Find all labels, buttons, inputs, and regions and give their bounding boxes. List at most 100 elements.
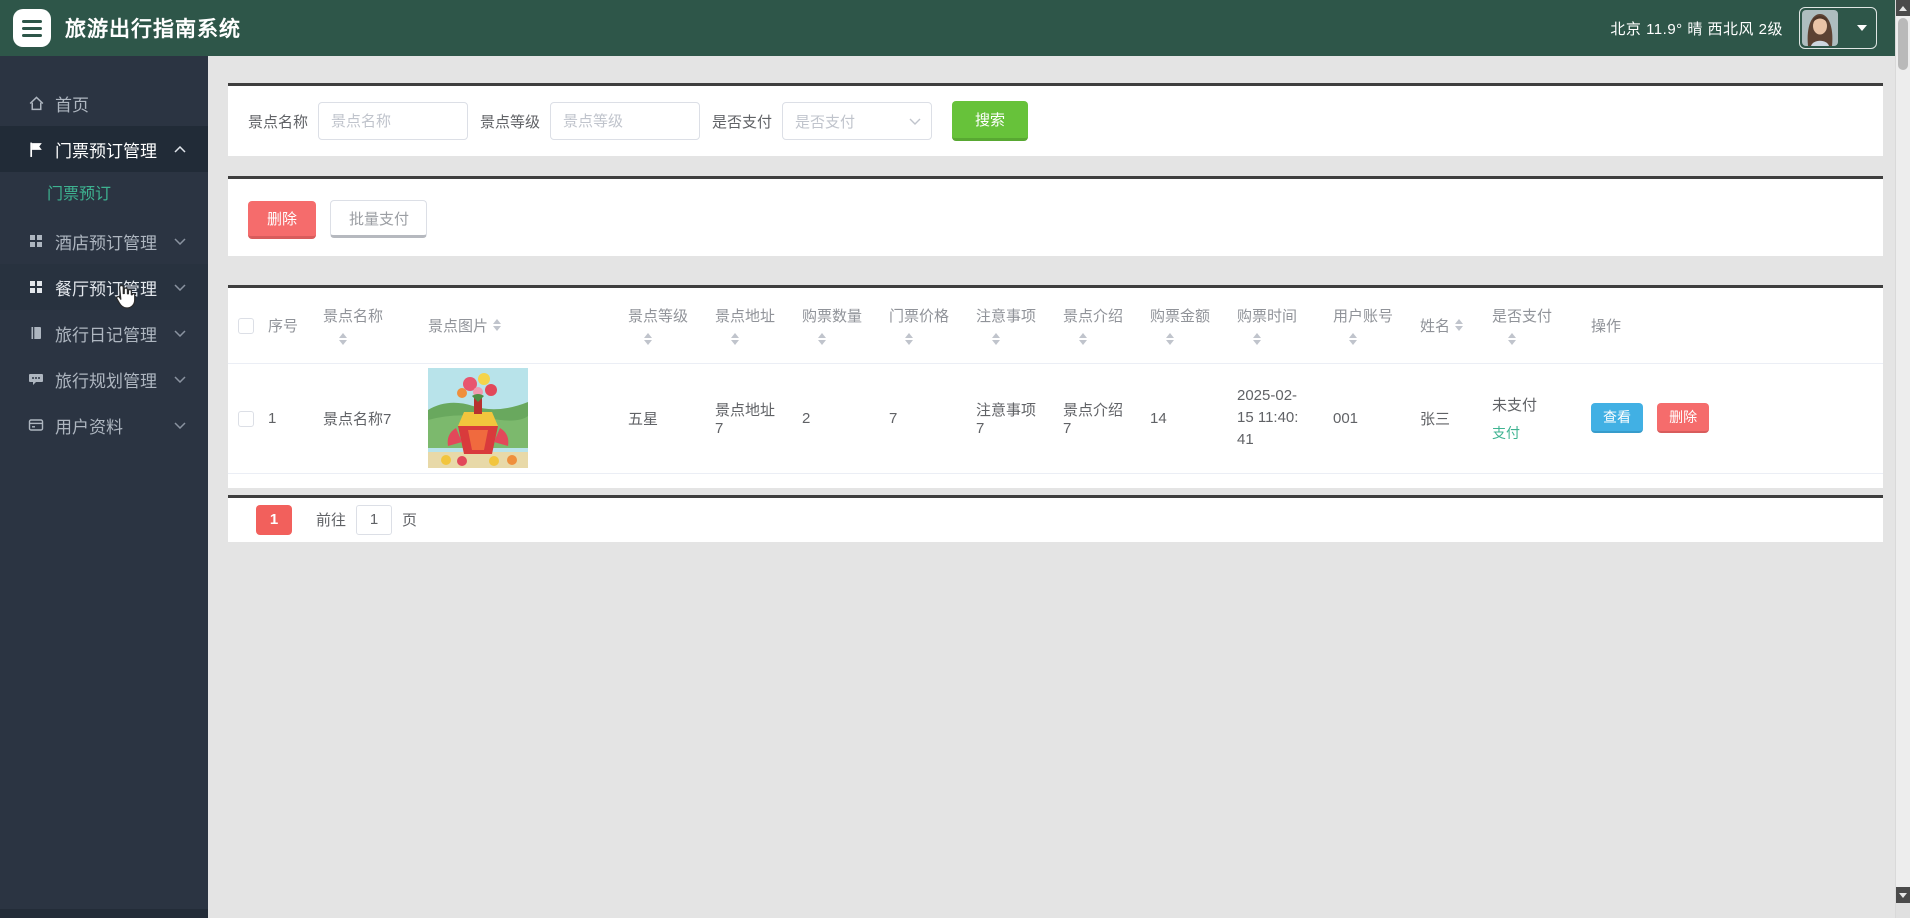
col-header-address: 景点地址 <box>715 308 776 326</box>
hamburger-menu-icon[interactable] <box>13 9 51 47</box>
sort-caret-icon[interactable] <box>1253 333 1261 346</box>
chevron-down-icon <box>174 283 186 291</box>
grid-icon <box>28 233 45 250</box>
sort-caret-icon[interactable] <box>1455 319 1464 332</box>
col-header-intro: 景点介绍 <box>1063 308 1124 326</box>
col-header-name: 景点名称 <box>323 308 384 326</box>
sort-caret-icon[interactable] <box>1508 333 1516 346</box>
select-all-checkbox[interactable] <box>238 317 254 334</box>
cell-grade: 五星 <box>618 363 705 474</box>
sidebar-item-label: 门票预订管理 <box>55 141 157 161</box>
sidebar-item-label: 餐厅预订管理 <box>55 279 157 299</box>
sidebar-item-label: 旅行日记管理 <box>55 325 157 345</box>
col-header-grade: 景点等级 <box>628 308 689 326</box>
cell-price: 7 <box>879 363 966 474</box>
sidebar-item-travel-planning-management[interactable]: 旅行规划管理 <box>0 356 208 402</box>
search-button[interactable]: 搜索 <box>952 101 1029 141</box>
chevron-down-icon <box>174 329 186 337</box>
sidebar-item-travel-diary-management[interactable]: 旅行日记管理 <box>0 310 208 356</box>
sidebar-item-ticket-booking-management[interactable]: 门票预订管理 <box>0 126 208 172</box>
sidebar-item-label: 首页 <box>55 95 89 115</box>
toolbar-card: 删除 批量支付 <box>228 176 1883 256</box>
col-header-time: 购票时间 <box>1237 308 1298 326</box>
delete-button[interactable]: 删除 <box>248 200 316 239</box>
pay-link[interactable]: 支付 <box>1492 425 1520 441</box>
filter-paid-select-placeholder: 是否支付 <box>795 113 856 131</box>
col-header-price: 门票价格 <box>889 308 950 326</box>
pagination-card: 1 前往 页 <box>228 494 1883 542</box>
cell-intro: 景点介绍7 <box>1053 363 1140 474</box>
batch-pay-button[interactable]: 批量支付 <box>330 200 428 238</box>
chevron-down-icon <box>1857 25 1867 31</box>
sidebar-item-label: 酒店预订管理 <box>55 233 157 253</box>
col-header-actions: 操作 <box>1591 317 1622 335</box>
scroll-up-icon[interactable] <box>1896 0 1910 16</box>
row-checkbox[interactable] <box>238 410 254 427</box>
sort-caret-icon[interactable] <box>905 333 913 346</box>
sort-caret-icon[interactable] <box>1079 333 1087 346</box>
col-header-amount: 购票金额 <box>1150 308 1211 326</box>
app-root: 旅游出行指南系统 北京 11.9° 晴 西北风 2级 首页 门票预订管理 门票预… <box>0 0 1910 918</box>
grid-icon <box>28 279 45 296</box>
col-header-notes: 注意事项 <box>976 308 1037 326</box>
table-card: 序号 景点名称 景点图片 景点等级 景点地址 购票数量 门票价格 注意事项 景点… <box>228 285 1883 488</box>
chat-icon <box>28 371 45 388</box>
col-header-image: 景点图片 <box>428 317 489 335</box>
sidebar-scroll-strip <box>0 909 208 918</box>
sort-caret-icon[interactable] <box>1166 333 1174 346</box>
sort-caret-icon[interactable] <box>493 319 502 332</box>
chevron-down-icon <box>174 421 186 429</box>
sidebar-item-restaurant-booking-management[interactable]: 餐厅预订管理 <box>0 264 208 310</box>
sidebar-item-user-profile[interactable]: 用户资料 <box>0 402 208 448</box>
attraction-photo[interactable] <box>428 368 528 468</box>
home-icon <box>28 95 45 112</box>
vertical-scrollbar[interactable] <box>1895 0 1910 918</box>
avatar[interactable] <box>1802 10 1838 46</box>
chevron-down-icon <box>909 118 921 125</box>
cell-name: 景点名称7 <box>313 363 418 474</box>
cell-quantity: 2 <box>792 363 879 474</box>
sort-caret-icon[interactable] <box>992 333 1000 346</box>
col-header-username: 姓名 <box>1420 317 1451 335</box>
cell-time: 2025-02-15 11:40:41 <box>1237 387 1299 448</box>
sort-caret-icon[interactable] <box>818 333 826 346</box>
top-header: 旅游出行指南系统 北京 11.9° 晴 西北风 2级 <box>0 0 1895 56</box>
sidebar: 首页 门票预订管理 门票预订 酒店预订管理 餐厅预订管理 旅行日记管理 旅行规划… <box>0 56 208 918</box>
filter-paid-label: 是否支付 <box>712 113 773 131</box>
cell-address: 景点地址7 <box>705 363 792 474</box>
cell-account: 001 <box>1323 363 1410 474</box>
sort-caret-icon[interactable] <box>1349 333 1357 346</box>
row-delete-button[interactable]: 删除 <box>1657 403 1710 433</box>
sidebar-item-hotel-booking-management[interactable]: 酒店预订管理 <box>0 218 208 264</box>
filter-paid-select[interactable]: 是否支付 <box>782 102 933 140</box>
cell-index: 1 <box>258 363 313 474</box>
filter-grade-label: 景点等级 <box>480 113 541 131</box>
user-menu[interactable] <box>1799 7 1877 49</box>
sort-caret-icon[interactable] <box>339 333 347 346</box>
goto-label: 前往 <box>316 512 347 529</box>
bookings-table: 序号 景点名称 景点图片 景点等级 景点地址 购票数量 门票价格 注意事项 景点… <box>228 288 1883 474</box>
scrollbar-thumb[interactable] <box>1898 18 1908 70</box>
scroll-down-icon[interactable] <box>1896 887 1910 903</box>
app-title: 旅游出行指南系统 <box>65 18 241 41</box>
view-button[interactable]: 查看 <box>1591 403 1643 433</box>
cell-amount: 14 <box>1140 363 1227 474</box>
sidebar-item-label: 用户资料 <box>55 417 123 437</box>
sidebar-subitem-ticket-booking[interactable]: 门票预订 <box>0 172 208 218</box>
sidebar-item-label: 旅行规划管理 <box>55 371 157 391</box>
page-button-1[interactable]: 1 <box>256 504 292 535</box>
goto-page-input[interactable] <box>356 504 393 535</box>
table-row: 1 景点名称7 五星 景点地址7 2 7 注意事项7 景点介绍7 14 2025… <box>228 363 1883 474</box>
sort-caret-icon[interactable] <box>644 333 652 346</box>
search-filter-card: 景点名称 景点等级 是否支付 是否支付 搜索 <box>228 83 1883 156</box>
cell-username: 张三 <box>1410 363 1482 474</box>
sidebar-item-home[interactable]: 首页 <box>0 80 208 126</box>
sort-caret-icon[interactable] <box>731 333 739 346</box>
page-unit-label: 页 <box>402 512 418 529</box>
filter-grade-input[interactable] <box>550 102 701 140</box>
scrollbar-track[interactable] <box>1896 16 1910 887</box>
col-header-quantity: 购票数量 <box>802 308 863 326</box>
weather-status: 北京 11.9° 晴 西北风 2级 <box>1610 20 1783 38</box>
filter-name-input[interactable] <box>318 102 469 140</box>
main-content: 景点名称 景点等级 是否支付 是否支付 搜索 删除 <box>208 56 1895 918</box>
